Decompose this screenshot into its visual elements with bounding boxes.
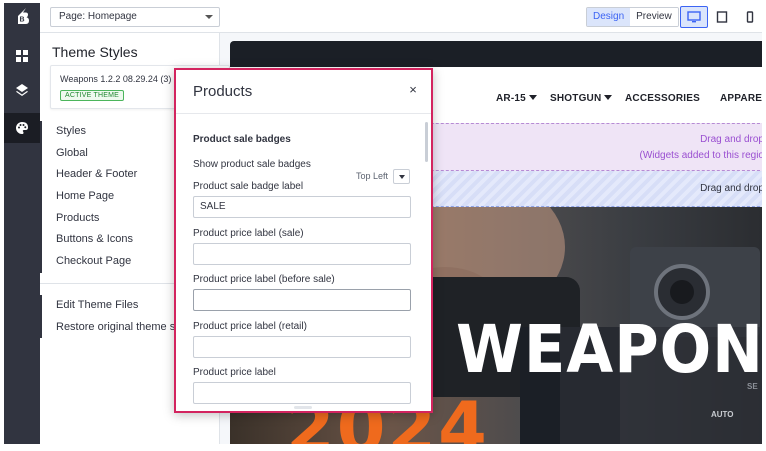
modal-scrollbar[interactable] (425, 122, 428, 162)
nav-apparel[interactable]: APPAREL (720, 93, 762, 104)
hero-label-auto: AUTO (711, 410, 734, 419)
drop-zone-2-title: Drag and drop (700, 183, 762, 194)
device-toggle (680, 6, 762, 28)
price-label-input[interactable] (193, 382, 411, 404)
mobile-icon[interactable] (736, 6, 762, 28)
nav-shotgun-label: SHOTGUN (550, 93, 602, 104)
top-bar: Page: Homepage Design Preview (40, 3, 762, 33)
products-settings-modal: Products × Product sale badges Show prod… (174, 68, 433, 413)
palette-icon[interactable] (4, 113, 40, 143)
price-retail-label: Product price label (retail) (193, 321, 307, 332)
price-label-label: Product price label (193, 367, 276, 378)
layers-icon[interactable] (4, 75, 40, 105)
price-before-sale-label: Product price label (before sale) (193, 274, 335, 285)
page-select-value: Page: Homepage (59, 11, 137, 22)
hero-label-se: SE (747, 382, 758, 391)
chevron-down-icon (205, 15, 213, 19)
badge-position-value: Top Left (356, 171, 389, 181)
design-mode-button[interactable]: Design (587, 8, 631, 26)
section-title: Product sale badges (193, 134, 291, 145)
mode-toggle: Design Preview (586, 7, 679, 27)
drop-zone-subtitle: (Widgets added to this regio (639, 150, 762, 161)
nav-shotgun[interactable]: SHOTGUN (550, 93, 613, 104)
left-rail: B (4, 3, 40, 444)
price-sale-input[interactable] (193, 243, 411, 265)
preview-mode-button[interactable]: Preview (630, 8, 678, 26)
close-icon[interactable]: × (405, 82, 421, 98)
page-select[interactable]: Page: Homepage (50, 7, 220, 27)
tablet-icon[interactable] (708, 6, 736, 28)
nav-ar15[interactable]: AR-15 (496, 93, 537, 104)
sale-badge-input[interactable]: SALE (193, 196, 411, 218)
svg-text:B: B (20, 17, 25, 24)
caret-down-icon (399, 175, 405, 179)
badge-position-dropdown[interactable] (393, 169, 410, 184)
active-theme-badge: ACTIVE THEME (60, 90, 125, 101)
page-builder-window: B Page: Homepage Design Preview Theme St… (4, 3, 762, 444)
drop-zone-title: Drag and drop (700, 134, 762, 145)
panel-title: Theme Styles (52, 44, 138, 60)
resize-handle[interactable] (294, 406, 312, 409)
nav-accessories[interactable]: ACCESSORIES (625, 93, 700, 104)
price-sale-label: Product price label (sale) (193, 228, 304, 239)
caret-down-icon (528, 95, 537, 100)
price-before-sale-input[interactable] (193, 289, 411, 311)
desktop-icon[interactable] (680, 6, 708, 28)
nav-ar15-label: AR-15 (496, 93, 526, 104)
bigcommerce-logo[interactable]: B (14, 7, 30, 25)
modal-title: Products (193, 83, 253, 100)
show-sale-badges-label: Show product sale badges (193, 159, 311, 170)
price-retail-input[interactable] (193, 336, 411, 358)
hero-heading: WEAPONS (456, 311, 762, 388)
sale-badge-label: Product sale badge label (193, 181, 304, 192)
widgets-icon[interactable] (4, 41, 40, 71)
modal-header: Products × (176, 70, 431, 114)
caret-down-icon (604, 95, 613, 100)
theme-name: Weapons 1.2.2 08.29.24 (3) (60, 74, 172, 84)
